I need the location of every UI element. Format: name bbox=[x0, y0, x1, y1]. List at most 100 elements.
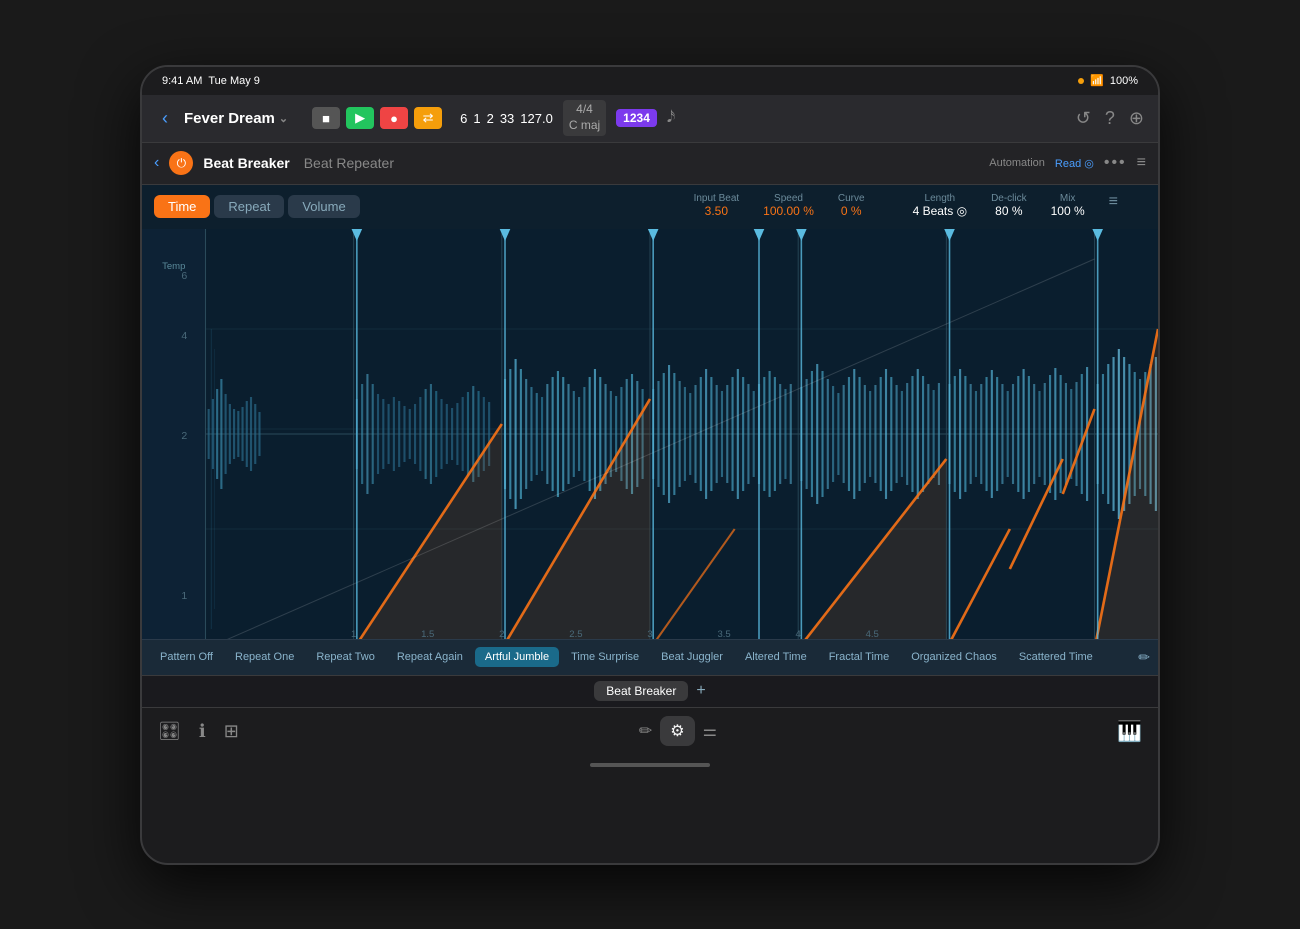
pattern-artful-jumble[interactable]: Artful Jumble bbox=[475, 647, 559, 667]
toolbar-center: ✏ ⚙ ⚌ bbox=[239, 716, 1117, 746]
length-value[interactable]: 4 Beats ◎ bbox=[913, 204, 968, 218]
mix-value[interactable]: 100 % bbox=[1051, 204, 1085, 218]
metronome-icon[interactable]: 𝅘𝅥𝅯 bbox=[667, 109, 675, 127]
info-icon[interactable]: ℹ bbox=[199, 721, 206, 742]
svg-text:2: 2 bbox=[499, 629, 504, 639]
speed-value[interactable]: 100.00 % bbox=[763, 204, 814, 218]
status-bar: 9:41 AM Tue May 9 📶 100% bbox=[142, 67, 1158, 95]
param-strip: Input Beat 3.50 Speed 100.00 % Curve 0 %… bbox=[694, 193, 1118, 218]
transport-controls: ■ ▶ ● ⇄ bbox=[312, 107, 442, 129]
param-length: Length 4 Beats ◎ bbox=[913, 193, 968, 218]
piano-icon[interactable]: 🎹 bbox=[1117, 721, 1142, 743]
time-sig-bottom: C maj bbox=[569, 118, 600, 134]
sliders-icon[interactable]: ⚌ bbox=[703, 721, 717, 741]
speed-label: Speed bbox=[763, 193, 814, 204]
help-icon[interactable]: ? bbox=[1105, 108, 1115, 129]
time-sig-top: 4/4 bbox=[569, 102, 600, 118]
param-mix: Mix 100 % bbox=[1051, 193, 1085, 218]
tab-time[interactable]: Time bbox=[154, 195, 210, 218]
mix-label: Mix bbox=[1051, 193, 1085, 204]
play-button[interactable]: ▶ bbox=[346, 107, 374, 129]
bpm-display: 127.0 bbox=[520, 111, 553, 126]
library-icon[interactable]: 🎛 bbox=[158, 721, 181, 742]
svg-text:1.5: 1.5 bbox=[421, 629, 434, 639]
plugin-header: ‹ ⏻ Beat Breaker Beat Repeater Automatio… bbox=[142, 143, 1158, 185]
pattern-fractal-time[interactable]: Fractal Time bbox=[819, 647, 900, 667]
input-beat-label: Input Beat bbox=[694, 193, 740, 204]
ipad-frame: 9:41 AM Tue May 9 📶 100% ‹ Fever Dream ⌄… bbox=[140, 65, 1160, 865]
param-input-beat: Input Beat 3.50 bbox=[694, 193, 740, 218]
status-time: 9:41 AM bbox=[162, 75, 202, 87]
automation-value[interactable]: Read ◎ bbox=[1055, 157, 1094, 170]
toolbar-left: 🎛 ℹ ⊞ bbox=[158, 721, 239, 742]
plugin-chip[interactable]: Beat Breaker bbox=[594, 681, 688, 701]
transport-bar: ‹ Fever Dream ⌄ ■ ▶ ● ⇄ 6 1 2 33 127.0 4… bbox=[142, 95, 1158, 143]
param-speed: Speed 100.00 % bbox=[763, 193, 814, 218]
power-button[interactable]: ⏻ bbox=[169, 151, 193, 175]
svg-text:Temp: Temp bbox=[162, 261, 185, 271]
bottom-bar: Beat Breaker + bbox=[142, 675, 1158, 707]
param-declick: De-click 80 % bbox=[991, 193, 1027, 218]
sub-number: 2 bbox=[487, 111, 494, 126]
plugin-main: Time Repeat Volume Input Beat 3.50 Speed… bbox=[142, 185, 1158, 675]
gear-icon[interactable]: ⚙ bbox=[660, 716, 694, 746]
back-button[interactable]: ‹ bbox=[156, 104, 174, 133]
pattern-organized-chaos[interactable]: Organized Chaos bbox=[901, 647, 1007, 667]
pattern-edit-icon[interactable]: ✏ bbox=[1138, 649, 1150, 666]
home-bar bbox=[590, 763, 710, 767]
input-beat-value[interactable]: 3.50 bbox=[694, 204, 740, 218]
pencil-icon[interactable]: ✏ bbox=[639, 721, 652, 741]
waveform-display[interactable]: 6 4 2 1 bbox=[142, 229, 1158, 639]
length-label: Length bbox=[913, 193, 968, 204]
svg-text:2.5: 2.5 bbox=[569, 629, 582, 639]
project-title-text: Fever Dream bbox=[184, 110, 275, 127]
tab-volume[interactable]: Volume bbox=[288, 195, 359, 218]
pattern-scattered-time[interactable]: Scattered Time bbox=[1009, 647, 1103, 667]
svg-text:4.5: 4.5 bbox=[866, 629, 879, 639]
pattern-altered-time[interactable]: Altered Time bbox=[735, 647, 817, 667]
plugin-tabs: Time Repeat Volume bbox=[154, 195, 360, 218]
waveform-svg: 6 4 2 1 bbox=[142, 229, 1158, 639]
wifi-icon: 📶 bbox=[1090, 74, 1104, 87]
plugin-subtitle: Beat Repeater bbox=[304, 155, 394, 171]
svg-text:6: 6 bbox=[181, 271, 187, 282]
plugin-name: Beat Breaker bbox=[203, 155, 289, 171]
history-icon[interactable]: ↺ bbox=[1076, 108, 1091, 129]
automation-label: Automation bbox=[989, 157, 1045, 169]
pattern-repeat-one[interactable]: Repeat One bbox=[225, 647, 304, 667]
filter-icon[interactable]: ≡ bbox=[1109, 193, 1118, 211]
transport-right-controls: ↺ ? ⊕ bbox=[1076, 108, 1144, 129]
pattern-time-surprise[interactable]: Time Surprise bbox=[561, 647, 649, 667]
layout-icon[interactable]: ⊞ bbox=[224, 721, 239, 742]
position-display: 6 1 2 33 127.0 bbox=[460, 111, 553, 126]
plugin-back-button[interactable]: ‹ bbox=[154, 154, 159, 172]
param-curve: Curve 0 % bbox=[838, 193, 865, 218]
beat-number: 1 bbox=[473, 111, 480, 126]
declick-value[interactable]: 80 % bbox=[991, 204, 1027, 218]
pattern-repeat-again[interactable]: Repeat Again bbox=[387, 647, 473, 667]
svg-text:4: 4 bbox=[796, 629, 801, 639]
add-icon[interactable]: ⊕ bbox=[1129, 108, 1144, 129]
svg-text:2: 2 bbox=[181, 431, 187, 442]
declick-label: De-click bbox=[991, 193, 1027, 204]
home-indicator bbox=[142, 755, 1158, 775]
record-button[interactable]: ● bbox=[380, 107, 408, 129]
curve-value[interactable]: 0 % bbox=[838, 204, 865, 218]
stop-button[interactable]: ■ bbox=[312, 107, 340, 129]
tab-repeat[interactable]: Repeat bbox=[214, 195, 284, 218]
pattern-beat-juggler[interactable]: Beat Juggler bbox=[651, 647, 733, 667]
status-date: Tue May 9 bbox=[208, 75, 260, 87]
status-indicator bbox=[1078, 78, 1084, 84]
hamburger-menu[interactable]: ≡ bbox=[1137, 154, 1146, 172]
chevron-down-icon[interactable]: ⌄ bbox=[279, 112, 288, 125]
more-button[interactable]: ••• bbox=[1104, 154, 1127, 172]
curve-label: Curve bbox=[838, 193, 865, 204]
pattern-off[interactable]: Pattern Off bbox=[150, 647, 223, 667]
pattern-repeat-two[interactable]: Repeat Two bbox=[306, 647, 385, 667]
scene-badge[interactable]: 1234 bbox=[616, 109, 657, 127]
svg-text:1: 1 bbox=[351, 629, 356, 639]
bar-number: 6 bbox=[460, 111, 467, 126]
toolbar-right: 🎹 bbox=[1117, 719, 1142, 744]
add-plugin-button[interactable]: + bbox=[696, 682, 705, 700]
loop-button[interactable]: ⇄ bbox=[414, 107, 442, 129]
